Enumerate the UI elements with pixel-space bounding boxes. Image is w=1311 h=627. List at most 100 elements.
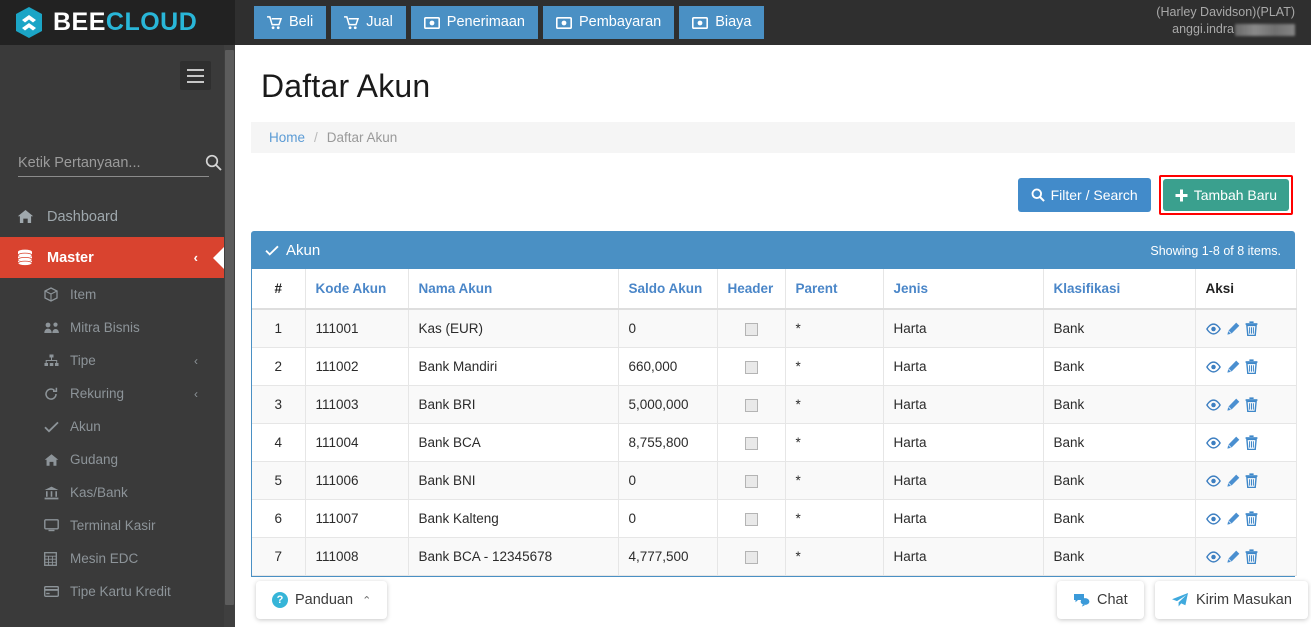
sidebar-item-kas-bank[interactable]: Kas/Bank [0, 476, 224, 509]
header-checkbox[interactable] [744, 398, 758, 412]
nav-button-pembayaran[interactable]: Pembayaran [542, 6, 675, 39]
column-header-header[interactable]: Header [717, 269, 786, 310]
table-header: # Kode Akun Nama Akun Saldo Akun Header … [252, 269, 1297, 310]
sidebar-scrollbar-thumb[interactable] [225, 50, 234, 605]
sidebar-item-rekuring[interactable]: Rekuring ‹ [0, 377, 224, 410]
cell-saldo-akun: 0 [618, 499, 718, 538]
home-icon [44, 453, 64, 467]
user-info[interactable]: (Harley Davidson)(PLAT) anggi.indra [1156, 4, 1295, 38]
trash-icon[interactable] [1245, 435, 1258, 450]
header-checkbox[interactable] [744, 550, 758, 564]
add-new-button[interactable]: Tambah Baru [1162, 179, 1289, 211]
pencil-icon[interactable] [1226, 550, 1240, 564]
header-checkbox[interactable] [744, 436, 758, 450]
trash-icon[interactable] [1245, 473, 1258, 488]
cell-header[interactable] [717, 537, 786, 576]
pencil-icon[interactable] [1226, 436, 1240, 450]
column-header-kode-akun[interactable]: Kode Akun [305, 269, 409, 310]
eye-icon[interactable] [1205, 398, 1221, 411]
panduan-button[interactable]: ? Panduan ⌃ [256, 581, 388, 619]
column-header-nama-akun[interactable]: Nama Akun [408, 269, 619, 310]
cell-saldo-akun: 0 [618, 461, 718, 500]
sidebar-item-mesin-edc[interactable]: Mesin EDC [0, 542, 224, 575]
cell-parent: * [785, 499, 884, 538]
column-header-jenis[interactable]: Jenis [883, 269, 1044, 310]
cell-header[interactable] [717, 423, 786, 462]
search-icon[interactable] [205, 154, 222, 171]
sidebar-item-mitra-bisnis[interactable]: Mitra Bisnis [0, 311, 224, 344]
search-icon [1031, 188, 1045, 202]
cell-jenis: Harta [883, 347, 1044, 386]
eye-icon[interactable] [1205, 512, 1221, 525]
pencil-icon[interactable] [1226, 474, 1240, 488]
cell-parent: * [785, 461, 884, 500]
sidebar-item-master[interactable]: Master ‹ [0, 237, 225, 278]
hamburger-menu-icon[interactable] [180, 61, 211, 90]
table-row[interactable]: 3 111003 Bank BRI 5,000,000 * Harta Bank [252, 385, 1297, 424]
nav-button-jual[interactable]: Jual [331, 6, 406, 39]
kirim-masukan-button[interactable]: Kirim Masukan [1155, 581, 1308, 619]
trash-icon[interactable] [1245, 511, 1258, 526]
cell-nama-akun: Bank BCA [408, 423, 619, 462]
brand-logo[interactable]: BEECLOUD [0, 0, 235, 45]
breadcrumb-home-link[interactable]: Home [269, 130, 305, 145]
column-header-saldo-akun[interactable]: Saldo Akun [618, 269, 718, 310]
column-header-klasifikasi[interactable]: Klasifikasi [1043, 269, 1196, 310]
eye-icon[interactable] [1205, 474, 1221, 487]
money-bill-icon [692, 16, 709, 29]
cell-header[interactable] [717, 499, 786, 538]
eye-icon[interactable] [1205, 550, 1221, 563]
header-checkbox[interactable] [744, 512, 758, 526]
table-row[interactable]: 4 111004 Bank BCA 8,755,800 * Harta Bank [252, 423, 1297, 462]
search-input[interactable] [18, 154, 205, 171]
cell-aksi [1195, 499, 1297, 538]
cell-parent: * [785, 309, 884, 348]
sidebar-search[interactable] [18, 149, 222, 177]
pencil-icon[interactable] [1226, 360, 1240, 374]
sidebar-item-tipe[interactable]: Tipe ‹ [0, 344, 224, 377]
sidebar-item-tipe-kartu-kredit[interactable]: Tipe Kartu Kredit [0, 575, 224, 608]
nav-button-beli[interactable]: Beli [254, 6, 327, 39]
filter-search-label: Filter / Search [1050, 187, 1138, 203]
sidebar-item-dashboard[interactable]: Dashboard [0, 196, 224, 237]
cell-header[interactable] [717, 385, 786, 424]
trash-icon[interactable] [1245, 397, 1258, 412]
sidebar-item-gudang[interactable]: Gudang [0, 443, 224, 476]
sidebar-item-terminal-kasir[interactable]: Terminal Kasir [0, 509, 224, 542]
chat-button[interactable]: Chat [1057, 581, 1144, 619]
plus-icon [1175, 189, 1188, 201]
cell-header[interactable] [717, 461, 786, 500]
trash-icon[interactable] [1245, 549, 1258, 564]
sidebar-scrollbar[interactable] [224, 45, 235, 627]
cell-klasifikasi: Bank [1043, 423, 1196, 462]
filter-search-button[interactable]: Filter / Search [1017, 178, 1151, 212]
sidebar-item-akun[interactable]: Akun [0, 410, 224, 443]
nav-button-biaya[interactable]: Biaya [679, 6, 765, 39]
sidebar-item-item-label: Item [70, 287, 97, 302]
sidebar-item-item[interactable]: Item [0, 278, 224, 311]
trash-icon[interactable] [1245, 359, 1258, 374]
cell-header[interactable] [717, 309, 786, 348]
table-row[interactable]: 1 111001 Kas (EUR) 0 * Harta Bank [252, 309, 1297, 348]
table-row[interactable]: 7 111008 Bank BCA - 12345678 4,777,500 * Hart… [252, 537, 1297, 576]
pencil-icon[interactable] [1226, 512, 1240, 526]
eye-icon[interactable] [1205, 322, 1221, 335]
table-row[interactable]: 5 111006 Bank BNI 0 * Harta Bank [252, 461, 1297, 500]
eye-icon[interactable] [1205, 360, 1221, 373]
table-row[interactable]: 6 111007 Bank Kalteng 0 * Harta Bank [252, 499, 1297, 538]
column-header-parent[interactable]: Parent [785, 269, 884, 310]
pencil-icon[interactable] [1226, 398, 1240, 412]
pencil-icon[interactable] [1226, 322, 1240, 336]
database-icon [17, 249, 39, 266]
nav-button-penerimaan[interactable]: Penerimaan [410, 6, 538, 39]
cell-header[interactable] [717, 347, 786, 386]
header-checkbox[interactable] [744, 360, 758, 374]
header-checkbox[interactable] [744, 474, 758, 488]
column-header-no: # [252, 269, 306, 310]
table-row[interactable]: 2 111002 Bank Mandiri 660,000 * Harta Bank [252, 347, 1297, 386]
eye-icon[interactable] [1205, 436, 1221, 449]
header-checkbox[interactable] [744, 322, 758, 336]
refresh-icon [44, 387, 64, 401]
brand-text: BEECLOUD [53, 10, 197, 35]
trash-icon[interactable] [1245, 321, 1258, 336]
